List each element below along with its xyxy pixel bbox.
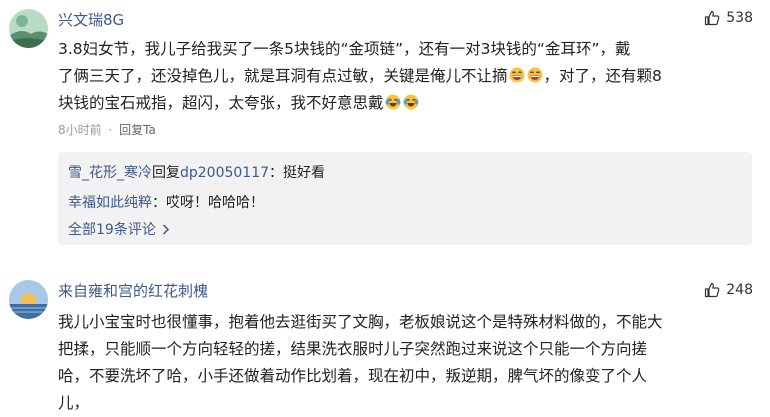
grinning-sweat-emoji-icon (527, 65, 543, 83)
avatar[interactable] (9, 9, 48, 48)
laughing-tears-emoji-icon (385, 92, 401, 110)
laughing-tears-emoji-icon (403, 92, 419, 110)
reply-target[interactable]: dp20050117 (180, 165, 269, 181)
comment-line: 3.8妇女节，我儿子给我买了一条5块钱的“金项链”，还有一对3块钱的“金耳环”，… (58, 40, 631, 58)
comment-1: 兴文瑞8G 538 3.8妇女节，我儿子给我买了一条5块钱的“金项链”，还有一对… (0, 0, 770, 250)
reply-item: 幸福如此纯粹：哎呀！哈哈哈！ (68, 192, 264, 212)
like-count: 538 (726, 10, 753, 26)
avatar[interactable] (9, 280, 48, 319)
like-button[interactable]: 538 (704, 10, 753, 26)
reply-text: ：哎呀！哈哈哈！ (152, 195, 264, 211)
comment-text: 我儿小宝宝时也很懂事，抱着他去逛街买了文胸，老板娘说这个是特殊材料做的，不能大 … (58, 309, 758, 417)
comment-line: 了俩三天了，还没掉色儿，就是耳洞有点过敏，关键是俺儿不让摘 ，对了，还有颗8 (58, 63, 758, 90)
reply-keyword: 回复 (152, 165, 180, 181)
view-all-replies-link[interactable]: 全部19条评论 (68, 219, 170, 239)
comment-line: 块钱的宝石戒指，超闪，太夸张，我不好意思戴 (58, 90, 758, 117)
reply-item: 雪_花形_寒冷回复dp20050117：挺好看 (68, 162, 325, 182)
comment-text: 3.8妇女节，我儿子给我买了一条5块钱的“金项链”，还有一对3块钱的“金耳环”，… (58, 36, 758, 117)
comment-line: 哈，不要洗坏了哈，小手还做着动作比划着，现在初中，叛逆期，脾气坏的像变了个人 (58, 367, 648, 385)
text-span: 了俩三天了，还没掉色儿，就是耳洞有点过敏，关键是俺儿不让摘 (58, 67, 508, 85)
view-all-label: 全部19条评论 (68, 222, 156, 238)
text-span: 块钱的宝石戒指，超闪，太夸张，我不好意思戴 (58, 94, 384, 112)
comment-2: 来自雍和宫的红花刺槐 248 我儿小宝宝时也很懂事，抱着他去逛街买了文胸，老板娘… (0, 272, 770, 412)
text-span: ，对了，还有颗8 (543, 67, 662, 85)
like-count: 248 (726, 282, 753, 298)
like-button[interactable]: 248 (704, 282, 753, 298)
thumbs-up-icon (705, 10, 720, 26)
meta-separator: · (108, 123, 113, 137)
reply-text: ：挺好看 (269, 165, 326, 181)
username[interactable]: 来自雍和宫的红花刺槐 (58, 280, 208, 301)
comment-meta: 8小时前 · 回复Ta (58, 121, 156, 138)
reply-author[interactable]: 幸福如此纯粹 (68, 195, 152, 211)
chevron-right-icon (163, 224, 170, 235)
avatar-sunset-icon (9, 280, 48, 319)
thumbs-up-icon (705, 282, 720, 298)
timestamp: 8小时前 (58, 123, 102, 137)
username[interactable]: 兴文瑞8G (58, 9, 124, 30)
comment-line: 儿， (58, 394, 90, 412)
replies-box: 雪_花形_寒冷回复dp20050117：挺好看 幸福如此纯粹：哎呀！哈哈哈！ 全… (58, 152, 752, 245)
grinning-sweat-emoji-icon (509, 65, 525, 83)
comment-line: 我儿小宝宝时也很懂事，抱着他去逛街买了文胸，老板娘说这个是特殊材料做的，不能大 (58, 313, 663, 331)
reply-button[interactable]: 回复Ta (119, 123, 156, 137)
avatar-landscape-icon (9, 9, 48, 48)
comment-line: 把揉，只能顺一个方向轻轻的搓，结果洗衣服时儿子突然跑过来说这个只能一个方向搓 (58, 340, 648, 358)
reply-author[interactable]: 雪_花形_寒冷 (68, 165, 152, 181)
